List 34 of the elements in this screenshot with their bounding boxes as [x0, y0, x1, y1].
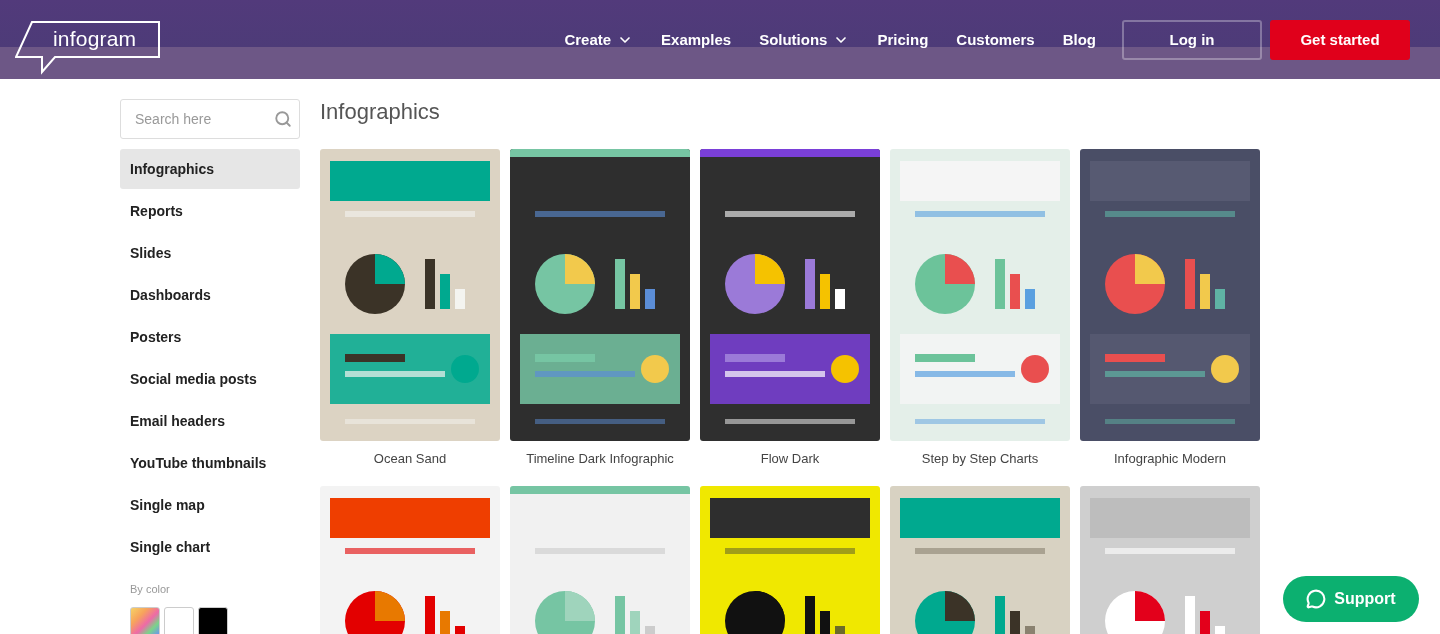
category-item[interactable]: Single map [120, 485, 300, 525]
chat-bubble-icon [1306, 589, 1327, 609]
template-name[interactable]: Infographic Modern [1114, 451, 1226, 466]
category-item[interactable]: Posters [120, 317, 300, 357]
login-button[interactable]: Log in [1122, 19, 1262, 60]
get-started-button[interactable]: Get started [1270, 19, 1410, 60]
speech-bubble-icon [15, 20, 161, 75]
nav-link[interactable]: Examples [661, 31, 732, 48]
nav-link[interactable]: Solutions [759, 31, 850, 48]
nav-link[interactable]: Pricing [877, 31, 929, 48]
category-item[interactable]: YouTube thumbnails [120, 443, 300, 483]
category-item[interactable]: Email headers [120, 401, 300, 441]
nav-link[interactable]: Customers [956, 31, 1035, 48]
template-name[interactable]: Timeline Dark Infographic [526, 451, 674, 466]
logo-text: infogram [53, 26, 137, 51]
color-filter-heading: By color [130, 583, 171, 595]
color-swatch[interactable] [130, 607, 160, 634]
category-item[interactable]: Single chart [120, 527, 300, 567]
color-swatch[interactable] [198, 607, 228, 634]
color-swatch[interactable] [164, 607, 194, 634]
template-name[interactable]: Ocean Sand [373, 451, 447, 466]
category-item[interactable]: Social media posts [120, 359, 300, 399]
infogram-logo[interactable]: infogram [15, 20, 161, 75]
nav-link[interactable]: Create [564, 31, 634, 48]
category-item[interactable]: Reports [120, 191, 300, 231]
category-item[interactable]: Infographics [120, 149, 300, 189]
template-name[interactable]: Step by Step Charts [921, 451, 1039, 466]
nav-link[interactable]: Blog [1062, 31, 1096, 48]
category-item[interactable]: Slides [120, 233, 300, 273]
template-name[interactable]: Flow Dark [760, 451, 820, 466]
search-field[interactable]: Search here [120, 99, 300, 139]
category-item[interactable]: Dashboards [120, 275, 300, 315]
page-heading: Infographics [320, 99, 441, 125]
search-icon [274, 110, 292, 128]
